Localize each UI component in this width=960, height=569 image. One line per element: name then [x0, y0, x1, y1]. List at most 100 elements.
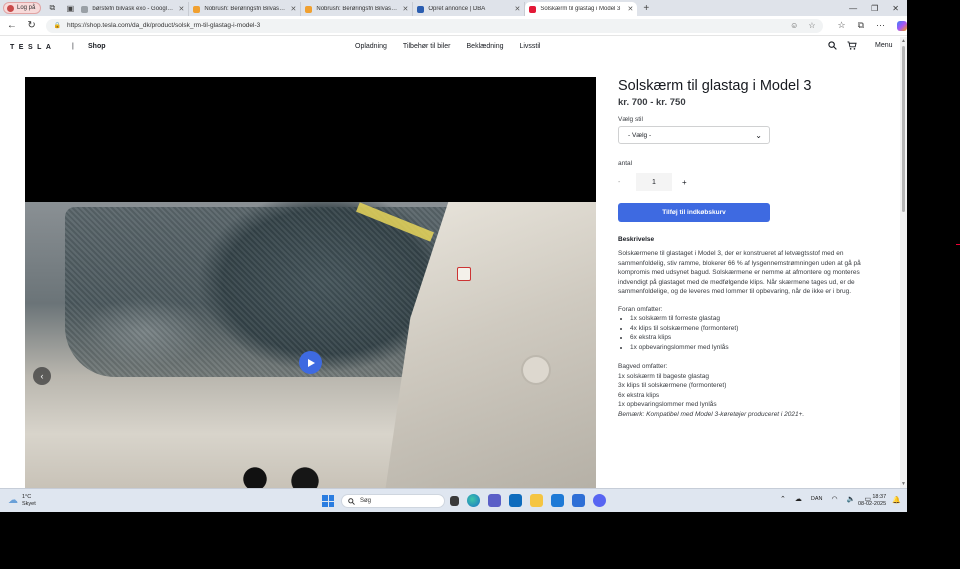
weather-widget[interactable]: ☁ 1°C Skyet [8, 494, 36, 508]
quantity-increase-button[interactable]: + [682, 178, 687, 187]
start-button-icon[interactable] [322, 495, 334, 507]
google-favicon-icon [81, 5, 89, 13]
play-icon[interactable] [299, 351, 322, 374]
file-explorer-icon[interactable] [530, 494, 543, 507]
interior-lamp [523, 357, 549, 383]
address-bar-actions: ☺ ☆ [790, 21, 815, 30]
workspaces-icon[interactable]: ⧉ [45, 2, 59, 14]
tab-google-search[interactable]: børstefri bilvask exo - Google-søgning ✕ [77, 2, 190, 16]
new-tab-icon[interactable]: + [643, 3, 649, 14]
chevron-left-icon: ‹ [40, 371, 44, 381]
profile-button[interactable]: Log på [3, 2, 42, 14]
style-select[interactable]: - Vælg - ⌄ [618, 126, 770, 144]
close-window-icon[interactable]: ✕ [892, 4, 899, 13]
language-indicator[interactable]: DAN [811, 496, 823, 502]
tab-nobrush-2[interactable]: Nobrush: Berøringsfri Bilvask - Hurtig ✕ [301, 2, 414, 16]
tab-title: Solskærm til glastag i Model 3 [540, 6, 621, 12]
quantity-input[interactable]: 1 [636, 173, 672, 191]
lock-icon[interactable]: 🔒 [54, 22, 61, 29]
product-detail: Solskærm til glastag i Model 3 kr. 700 -… [618, 77, 878, 419]
compatibility-note: Bemærk: Kompatibel med Model 3-køretøjer… [618, 410, 805, 418]
previous-image-button[interactable]: ‹ [33, 367, 51, 385]
taskbar-apps [450, 494, 606, 507]
temperature: 1°C [22, 493, 32, 500]
tab-title: Nobrush: Berøringsfri Bilvask - Hurtig [316, 6, 398, 12]
outlook-icon[interactable] [509, 494, 522, 507]
nav-opladning[interactable]: Opladning [355, 43, 387, 50]
search-icon[interactable] [828, 41, 837, 50]
mail-icon[interactable] [572, 494, 585, 507]
front-includes-heading: Foran omfatter: [618, 305, 663, 313]
time: 18:37 [872, 494, 887, 500]
wifi-icon[interactable]: ◠ [832, 495, 838, 503]
close-tab-icon[interactable]: ✕ [627, 5, 633, 13]
refresh-icon[interactable]: ↻ [24, 20, 40, 31]
nobrush-favicon-icon [193, 5, 201, 13]
minimize-icon[interactable]: — [849, 4, 857, 13]
cart-icon[interactable] [847, 41, 857, 50]
nav-beklaedning[interactable]: Beklædning [467, 43, 504, 50]
close-tab-icon[interactable]: ✕ [290, 5, 296, 13]
maximize-icon[interactable]: ❐ [871, 4, 878, 13]
quantity-decrease-button[interactable]: - [618, 179, 630, 186]
page-scrollbar[interactable]: ▲ ▼ [900, 37, 907, 488]
scroll-up-icon[interactable]: ▲ [901, 38, 906, 44]
onedrive-icon[interactable]: ☁ [795, 495, 802, 503]
warning-sticker [457, 267, 471, 281]
menu-button[interactable]: Menu [875, 42, 893, 49]
style-label: Vælg stil [618, 116, 643, 123]
close-tab-icon[interactable]: ✕ [402, 5, 408, 13]
notification-bell-icon[interactable]: 🔔 [892, 496, 901, 504]
site-header: TESLA | Shop Opladning Tilbehør til bile… [0, 37, 900, 59]
scrollbar-thumb[interactable] [902, 46, 905, 212]
nav-livsstil[interactable]: Livsstil [519, 43, 540, 50]
chevron-up-icon[interactable]: ⌃ [780, 495, 786, 503]
more-options-icon[interactable]: ⋯ [876, 20, 885, 31]
nobrush-favicon-icon [305, 5, 313, 13]
tesla-logo[interactable]: TESLA [10, 44, 55, 51]
tab-nobrush-1[interactable]: Nobrush: Berøringsfri Bilvask - Hurtig ✕ [189, 2, 302, 16]
task-view-icon[interactable] [450, 496, 459, 506]
favorites-icon[interactable]: ☆ [837, 20, 845, 31]
close-tab-icon[interactable]: ✕ [514, 5, 520, 13]
header-actions: Menu [828, 41, 893, 50]
volume-icon[interactable]: 🔈 [847, 495, 856, 503]
close-tab-icon[interactable]: ✕ [178, 5, 184, 13]
windows-taskbar: ☁ 1°C Skyet Søg ⌃ ☁ DAN ◠ 🔈 ▭ 18:37 08-0… [0, 488, 907, 512]
url-text: https://shop.tesla.com/da_dk/product/sol… [66, 22, 261, 29]
screen: Log på ⧉ ▣ børstefri bilvask exo - Googl… [0, 0, 907, 512]
browser-actions: ☆ ⧉ ⋯ [837, 20, 907, 31]
add-to-cart-button[interactable]: Tilføj til indkøbskurv [618, 203, 770, 222]
taskbar-search[interactable]: Søg [341, 494, 445, 508]
logo-separator: | [72, 43, 74, 50]
nav-tilbehor[interactable]: Tilbehør til biler [403, 43, 451, 50]
profile-label: Log på [17, 5, 36, 11]
list-item: 1x opbevaringslommer med lynlås [618, 401, 717, 408]
tab-actions-icon[interactable]: ▣ [63, 2, 77, 14]
tab-tesla-active[interactable]: Solskærm til glastag i Model 3 ✕ [525, 2, 638, 16]
taskbar-search-placeholder: Søg [360, 498, 372, 504]
description-text: Solskærmene til glastaget i Model 3, der… [618, 250, 861, 295]
search-icon [348, 497, 355, 505]
browser-toolbar: ← ↻ 🔒 https://shop.tesla.com/da_dk/produ… [0, 16, 907, 36]
list-item: 6x ekstra klips [630, 333, 878, 343]
back-icon[interactable]: ← [4, 20, 20, 31]
scroll-down-icon[interactable]: ▼ [901, 481, 906, 487]
tab-dba[interactable]: Opret annonce | DBA ✕ [413, 2, 526, 16]
shop-link[interactable]: Shop [88, 43, 106, 50]
discord-icon[interactable] [593, 494, 606, 507]
address-bar[interactable]: 🔒 https://shop.tesla.com/da_dk/product/s… [45, 18, 824, 33]
browser-tab-strip: Log på ⧉ ▣ børstefri bilvask exo - Googl… [0, 0, 907, 16]
taskbar-clock[interactable]: 18:37 08-02-2025 [858, 494, 886, 508]
collections-icon[interactable]: ⧉ [858, 20, 864, 31]
store-icon[interactable] [551, 494, 564, 507]
teams-icon[interactable] [488, 494, 501, 507]
edge-icon[interactable] [467, 494, 480, 507]
product-price: kr. 700 - kr. 750 [618, 97, 686, 108]
reader-mode-icon[interactable]: ☺ [790, 21, 798, 30]
list-item: 3x klips til solskærmene (formonteret) [618, 382, 727, 389]
favorite-star-icon[interactable]: ☆ [808, 21, 815, 30]
copilot-icon[interactable] [897, 20, 907, 31]
product-video[interactable] [25, 77, 596, 488]
main-nav: Opladning Tilbehør til biler Beklædning … [355, 43, 541, 50]
